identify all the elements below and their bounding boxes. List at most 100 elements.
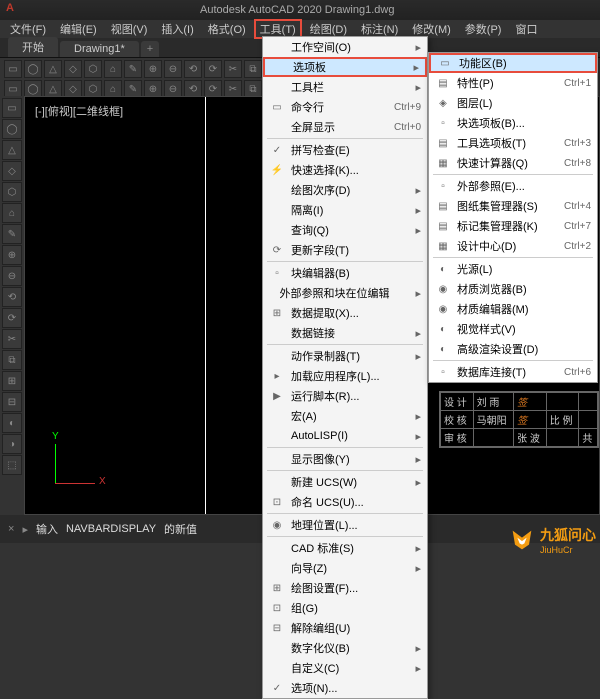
- left-tool-button[interactable]: ⌂: [2, 203, 22, 223]
- submenu-arrow-icon: ▸: [415, 184, 421, 197]
- toolbar-button[interactable]: ▭: [4, 60, 22, 78]
- toolbar-button[interactable]: ⊖: [164, 60, 182, 78]
- menu-item[interactable]: CAD 标准(S)▸: [263, 538, 427, 558]
- menu-view[interactable]: 视图(V): [105, 20, 154, 38]
- menu-item[interactable]: ✓拼写检查(E): [263, 140, 427, 160]
- menu-item[interactable]: 工具栏▸: [263, 77, 427, 97]
- left-tool-button[interactable]: ◇: [2, 161, 22, 181]
- menu-insert[interactable]: 插入(I): [155, 20, 199, 38]
- toolbar-button[interactable]: △: [44, 60, 62, 78]
- menu-item[interactable]: ▸加载应用程序(L)...: [263, 366, 427, 386]
- menu-item-label: 加载应用程序(L)...: [291, 368, 421, 384]
- left-tool-button[interactable]: ⊖: [2, 266, 22, 286]
- menu-item[interactable]: 宏(A)▸: [263, 406, 427, 426]
- toolbar-button[interactable]: ⊕: [144, 60, 162, 78]
- toolbar-button[interactable]: ⟲: [184, 60, 202, 78]
- menu-file[interactable]: 文件(F): [4, 20, 52, 38]
- left-tool-button[interactable]: ⬡: [2, 182, 22, 202]
- menu-item[interactable]: ▫外部参照(E)...: [429, 176, 597, 196]
- menu-item[interactable]: 数据链接▸: [263, 323, 427, 343]
- menu-item[interactable]: ⊡命名 UCS(U)...: [263, 492, 427, 512]
- menu-item-icon: [269, 119, 285, 135]
- menu-item[interactable]: 选项板▸: [263, 57, 427, 77]
- menu-item[interactable]: ⟳更新字段(T): [263, 240, 427, 260]
- left-tool-button[interactable]: ⟲: [2, 287, 22, 307]
- left-tool-button[interactable]: ⊕: [2, 245, 22, 265]
- toolbar-button[interactable]: ⟳: [204, 60, 222, 78]
- menu-item[interactable]: ▤标记集管理器(K)Ctrl+7: [429, 216, 597, 236]
- menu-item[interactable]: 全屏显示Ctrl+0: [263, 117, 427, 137]
- menu-item-icon: [269, 451, 285, 467]
- toolbar-button[interactable]: ⬡: [84, 60, 102, 78]
- menu-item[interactable]: 向导(Z)▸: [263, 558, 427, 578]
- menu-item[interactable]: ▫数据库连接(T)Ctrl+6: [429, 362, 597, 382]
- menu-item[interactable]: ▤图纸集管理器(S)Ctrl+4: [429, 196, 597, 216]
- left-tool-button[interactable]: ◑: [2, 434, 22, 454]
- app-title: Autodesk AutoCAD 2020 Drawing1.dwg: [200, 4, 394, 16]
- menu-item[interactable]: ◉材质编辑器(M): [429, 299, 597, 319]
- toolbar-button[interactable]: ⧉: [244, 60, 262, 78]
- menu-item[interactable]: ▭功能区(B): [429, 53, 597, 73]
- menu-item[interactable]: ◉地理位置(L)...: [263, 515, 427, 535]
- menu-item[interactable]: ◐视觉样式(V): [429, 319, 597, 339]
- left-tool-button[interactable]: ◯: [2, 119, 22, 139]
- menu-item[interactable]: 数字化仪(B)▸: [263, 638, 427, 658]
- titleblock-cell: [579, 393, 598, 411]
- toolbar-button[interactable]: ✎: [124, 60, 142, 78]
- toolbar-button[interactable]: ⌂: [104, 60, 122, 78]
- menu-item[interactable]: 绘图次序(D)▸: [263, 180, 427, 200]
- tab-start[interactable]: 开始: [8, 37, 58, 57]
- menu-item[interactable]: ▦快速计算器(Q)Ctrl+8: [429, 153, 597, 173]
- left-tool-button[interactable]: ▭: [2, 98, 22, 118]
- menu-item[interactable]: 自定义(C)▸: [263, 658, 427, 678]
- menu-edit[interactable]: 编辑(E): [54, 20, 103, 38]
- menu-item[interactable]: 新建 UCS(W)▸: [263, 472, 427, 492]
- menu-item[interactable]: ▭命令行Ctrl+9: [263, 97, 427, 117]
- viewport-label[interactable]: [-][俯视][二维线框]: [35, 103, 123, 119]
- left-tool-button[interactable]: ✎: [2, 224, 22, 244]
- menu-item[interactable]: 隔离(I)▸: [263, 200, 427, 220]
- menu-item-icon: ▫: [269, 265, 285, 281]
- menu-item[interactable]: ◉材质浏览器(B): [429, 279, 597, 299]
- tab-drawing1[interactable]: Drawing1*: [60, 41, 139, 57]
- left-tool-button[interactable]: ⊟: [2, 392, 22, 412]
- toolbar-button[interactable]: ◇: [64, 60, 82, 78]
- menu-shortcut: Ctrl+8: [564, 158, 591, 169]
- left-tool-button[interactable]: △: [2, 140, 22, 160]
- menu-item[interactable]: ▶运行脚本(R)...: [263, 386, 427, 406]
- menu-window[interactable]: 窗口: [509, 20, 543, 38]
- menu-item[interactable]: ▤工具选项板(T)Ctrl+3: [429, 133, 597, 153]
- menu-item[interactable]: ▫块选项板(B)...: [429, 113, 597, 133]
- menu-item[interactable]: 外部参照和块在位编辑▸: [263, 283, 427, 303]
- menu-item[interactable]: ⊡组(G): [263, 598, 427, 618]
- left-tool-button[interactable]: ✂: [2, 329, 22, 349]
- menu-item-label: 隔离(I): [291, 202, 389, 218]
- menu-item[interactable]: ▤特性(P)Ctrl+1: [429, 73, 597, 93]
- left-tool-button[interactable]: ⧉: [2, 350, 22, 370]
- menu-item[interactable]: 查询(Q)▸: [263, 220, 427, 240]
- menu-item[interactable]: 工作空间(O)▸: [263, 37, 427, 57]
- menu-item[interactable]: ⚡快速选择(K)...: [263, 160, 427, 180]
- menu-item[interactable]: ⊞数据提取(X)...: [263, 303, 427, 323]
- menu-item-icon: ◐: [435, 261, 451, 277]
- toolbar-button[interactable]: ✂: [224, 60, 242, 78]
- menu-item[interactable]: ⊞绘图设置(F)...: [263, 578, 427, 598]
- left-tool-button[interactable]: ⬚: [2, 455, 22, 475]
- menu-item[interactable]: ▦设计中心(D)Ctrl+2: [429, 236, 597, 256]
- tab-new[interactable]: +: [141, 41, 159, 57]
- menu-format[interactable]: 格式(O): [202, 20, 252, 38]
- menu-param[interactable]: 参数(P): [459, 20, 508, 38]
- menu-item[interactable]: 显示图像(Y)▸: [263, 449, 427, 469]
- left-tool-button[interactable]: ◐: [2, 413, 22, 433]
- menu-item[interactable]: AutoLISP(I)▸: [263, 426, 427, 446]
- menu-item[interactable]: ◈图层(L): [429, 93, 597, 113]
- menu-item[interactable]: ◐高级渲染设置(D): [429, 339, 597, 359]
- menu-item[interactable]: ▫块编辑器(B): [263, 263, 427, 283]
- left-tool-button[interactable]: ⊞: [2, 371, 22, 391]
- menu-item[interactable]: ✓选项(N)...: [263, 678, 427, 698]
- left-tool-button[interactable]: ⟳: [2, 308, 22, 328]
- menu-item[interactable]: ◐光源(L): [429, 259, 597, 279]
- toolbar-button[interactable]: ◯: [24, 60, 42, 78]
- menu-item[interactable]: 动作录制器(T)▸: [263, 346, 427, 366]
- menu-item[interactable]: ⊟解除编组(U): [263, 618, 427, 638]
